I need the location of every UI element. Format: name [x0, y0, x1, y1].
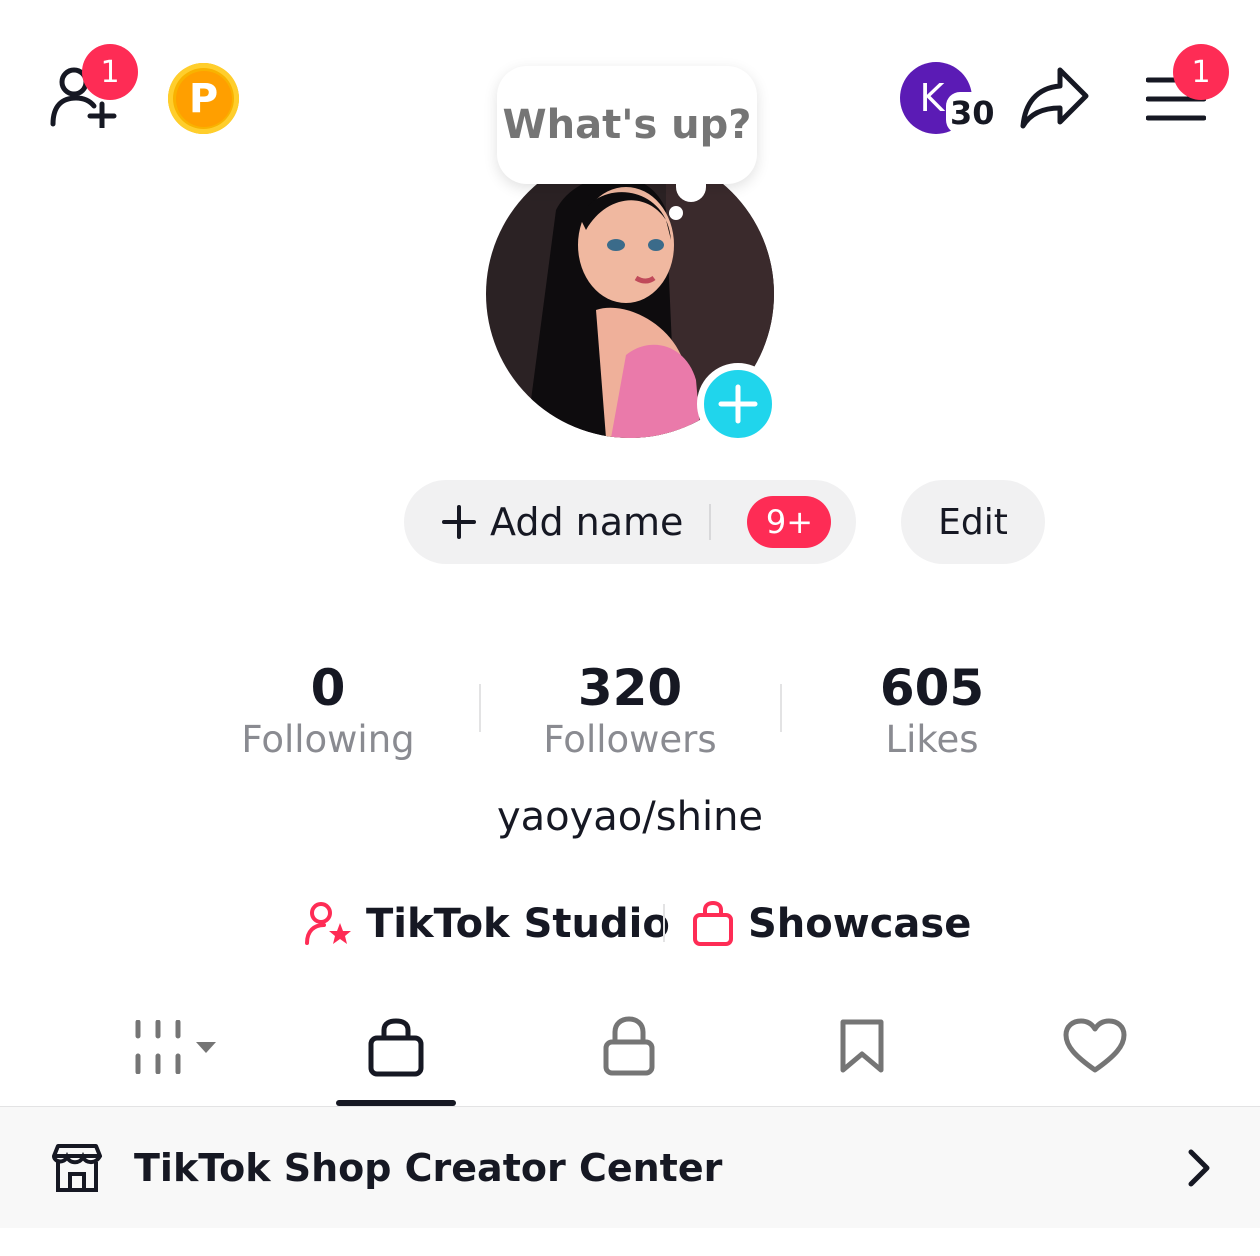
edit-profile-button[interactable]: Edit: [901, 480, 1045, 564]
stat-label: Following: [241, 718, 415, 761]
stat-likes[interactable]: 605 Likes: [802, 660, 1062, 764]
studio-label: TikTok Studio: [366, 901, 670, 947]
shop-creator-center-bar[interactable]: TikTok Shop Creator Center: [0, 1107, 1260, 1228]
chevron-right-icon: [1188, 1149, 1210, 1187]
coins-button[interactable]: P: [168, 63, 239, 134]
divider: [663, 904, 665, 942]
storefront-icon: [52, 1143, 102, 1192]
studio-icon: [305, 902, 351, 945]
divider: [479, 684, 481, 732]
liked-tab-icon[interactable]: [1063, 1018, 1127, 1074]
stat-value: 320: [577, 659, 683, 717]
share-icon[interactable]: [1020, 66, 1090, 130]
divider: [780, 684, 782, 732]
shop-tab-icon[interactable]: [367, 1018, 425, 1078]
shop-creator-center-label: TikTok Shop Creator Center: [134, 1145, 723, 1190]
account-count: 30: [946, 92, 999, 134]
notification-badge: 9+: [747, 496, 832, 548]
add-name-button[interactable]: Add name 9+: [404, 480, 856, 564]
showcase-label: Showcase: [748, 901, 972, 947]
shopping-bag-icon: [693, 901, 733, 946]
status-bubble[interactable]: What's up?: [497, 66, 757, 184]
stat-value: 0: [310, 659, 346, 717]
stat-label: Likes: [885, 718, 979, 761]
stat-value: 605: [879, 659, 985, 717]
stat-following[interactable]: 0 Following: [198, 660, 458, 764]
tiktok-studio-link[interactable]: TikTok Studio: [304, 894, 670, 954]
menu-badge: 1: [1173, 44, 1229, 100]
plus-icon: [718, 384, 758, 424]
coin-icon: P: [175, 70, 232, 127]
username[interactable]: yaoyao/shine: [0, 794, 1260, 840]
stat-followers[interactable]: 320 Followers: [500, 660, 760, 764]
private-tab-icon[interactable]: [602, 1016, 656, 1076]
stat-label: Followers: [543, 718, 717, 761]
showcase-link[interactable]: Showcase: [692, 894, 971, 954]
plus-icon: [442, 505, 476, 539]
add-name-label: Add name: [490, 500, 684, 544]
add-avatar-button[interactable]: [697, 363, 779, 445]
bubble-dot: [669, 206, 683, 220]
add-friends-badge: 1: [82, 44, 138, 100]
divider: [709, 504, 712, 540]
favorites-tab-icon[interactable]: [838, 1018, 886, 1074]
videos-grid-tab-icon[interactable]: [134, 1020, 218, 1074]
